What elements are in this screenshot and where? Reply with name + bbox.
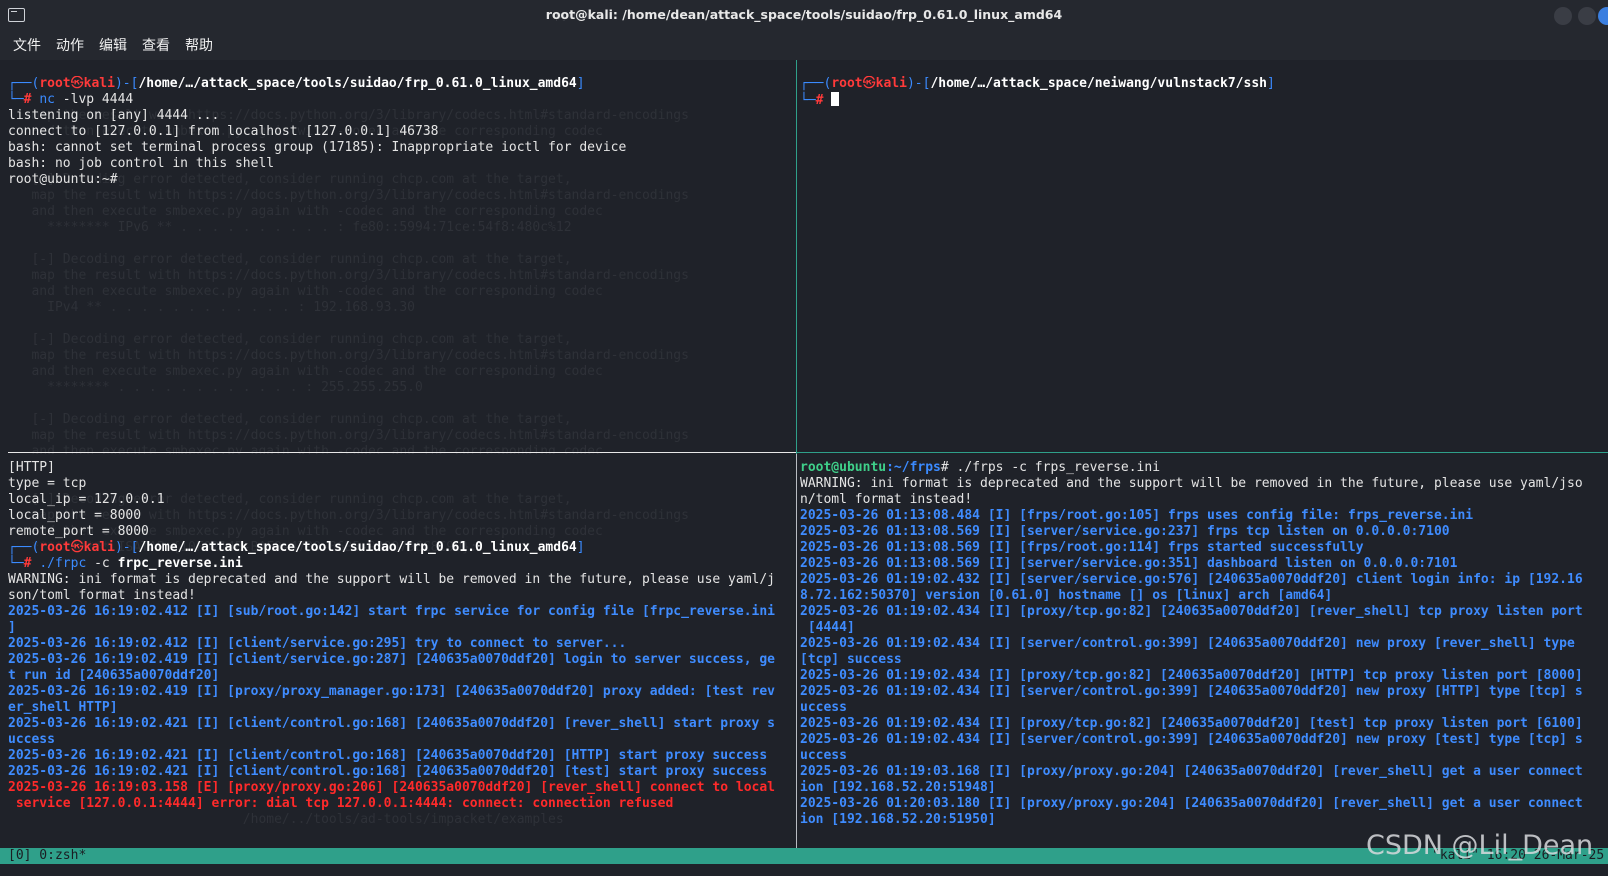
frpc-log-error: 2025-03-26 16:19:03.158 [E] [proxy/proxy… xyxy=(8,780,776,811)
pane-bottom-left[interactable]: [-] Decoding error detected, consider ru… xyxy=(8,460,796,828)
pane-divider-vertical-active[interactable] xyxy=(796,60,797,454)
pane-content: ┌──(root㉿kali)-[/home/…/attack_space/too… xyxy=(8,76,627,187)
command-line: ./frps -c frps_reverse.ini xyxy=(948,460,1161,475)
prompt-path: :~/frps xyxy=(886,460,941,475)
terminal-area[interactable]: map the result with https://docs.python.… xyxy=(0,60,1608,848)
menu-help[interactable]: 帮助 xyxy=(185,35,213,55)
frpc-log-info: 2025-03-26 16:19:02.412 [I] [sub/root.go… xyxy=(8,604,776,779)
text-cursor xyxy=(831,92,840,106)
close-button[interactable] xyxy=(1598,7,1608,25)
watermark: CSDN @Lil_Dean xyxy=(1366,830,1594,861)
prompt-path: /home/…/attack_space/tools/suidao/frp_0.… xyxy=(138,76,577,91)
pane-bottom-right[interactable]: root@ubuntu:~/frps# ./frps -c frps_rever… xyxy=(800,460,1608,828)
pane-top-left[interactable]: map the result with https://docs.python.… xyxy=(8,76,796,454)
window-bottom-edge xyxy=(0,864,1608,876)
deprecation-warning: WARNING: ini format is deprecated and th… xyxy=(8,572,776,603)
menu-actions[interactable]: 动作 xyxy=(56,35,84,55)
menu-view[interactable]: 查看 xyxy=(142,35,170,55)
pane-content: [HTTP] type = tcp local_ip = 127.0.0.1 l… xyxy=(8,460,776,811)
menu-bar: 文件 动作 编辑 查看 帮助 xyxy=(0,32,1608,60)
pane-divider-horizontal-right[interactable] xyxy=(797,452,1608,453)
pane-content: ┌──(root㉿kali)-[/home/…/attack_space/nei… xyxy=(800,76,1275,108)
command-name: nc xyxy=(39,92,55,107)
pane-content: root@ubuntu:~/frps# ./frps -c frps_rever… xyxy=(800,460,1583,827)
command-args: -lvp 4444 xyxy=(54,92,134,107)
title-bar: python root@kali: /home/dean/attack_spac… xyxy=(0,0,1608,32)
maximize-button[interactable] xyxy=(1578,7,1596,25)
prompt-path: /home/…/attack_space/tools/suidao/frp_0.… xyxy=(138,540,577,555)
menu-file[interactable]: 文件 xyxy=(13,35,41,55)
frps-log: 2025-03-26 01:13:08.484 [I] [frps/root.g… xyxy=(800,508,1583,827)
pane-divider-horizontal-left[interactable] xyxy=(8,452,796,453)
menu-edit[interactable]: 编辑 xyxy=(99,35,127,55)
command-name: ./frpc xyxy=(39,556,87,571)
prompt-path: /home/…/attack_space/neiwang/vulnstack7/… xyxy=(930,76,1267,91)
window-title: root@kali: /home/dean/attack_space/tools… xyxy=(545,7,1063,22)
prompt-user: root@ubuntu xyxy=(800,460,887,475)
command-output: listening on [any] 4444 ... connect to [… xyxy=(8,108,627,187)
tmux-window-list[interactable]: [0] 0:zsh* xyxy=(8,848,86,864)
command-file-arg: frpc_reverse.ini xyxy=(117,556,243,571)
config-file-content: [HTTP] type = tcp local_ip = 127.0.0.1 l… xyxy=(8,460,165,539)
deprecation-warning: WARNING: ini format is deprecated and th… xyxy=(800,476,1583,507)
minimize-button[interactable] xyxy=(1554,7,1572,25)
pane-top-right[interactable]: ┌──(root㉿kali)-[/home/…/attack_space/nei… xyxy=(800,76,1608,454)
